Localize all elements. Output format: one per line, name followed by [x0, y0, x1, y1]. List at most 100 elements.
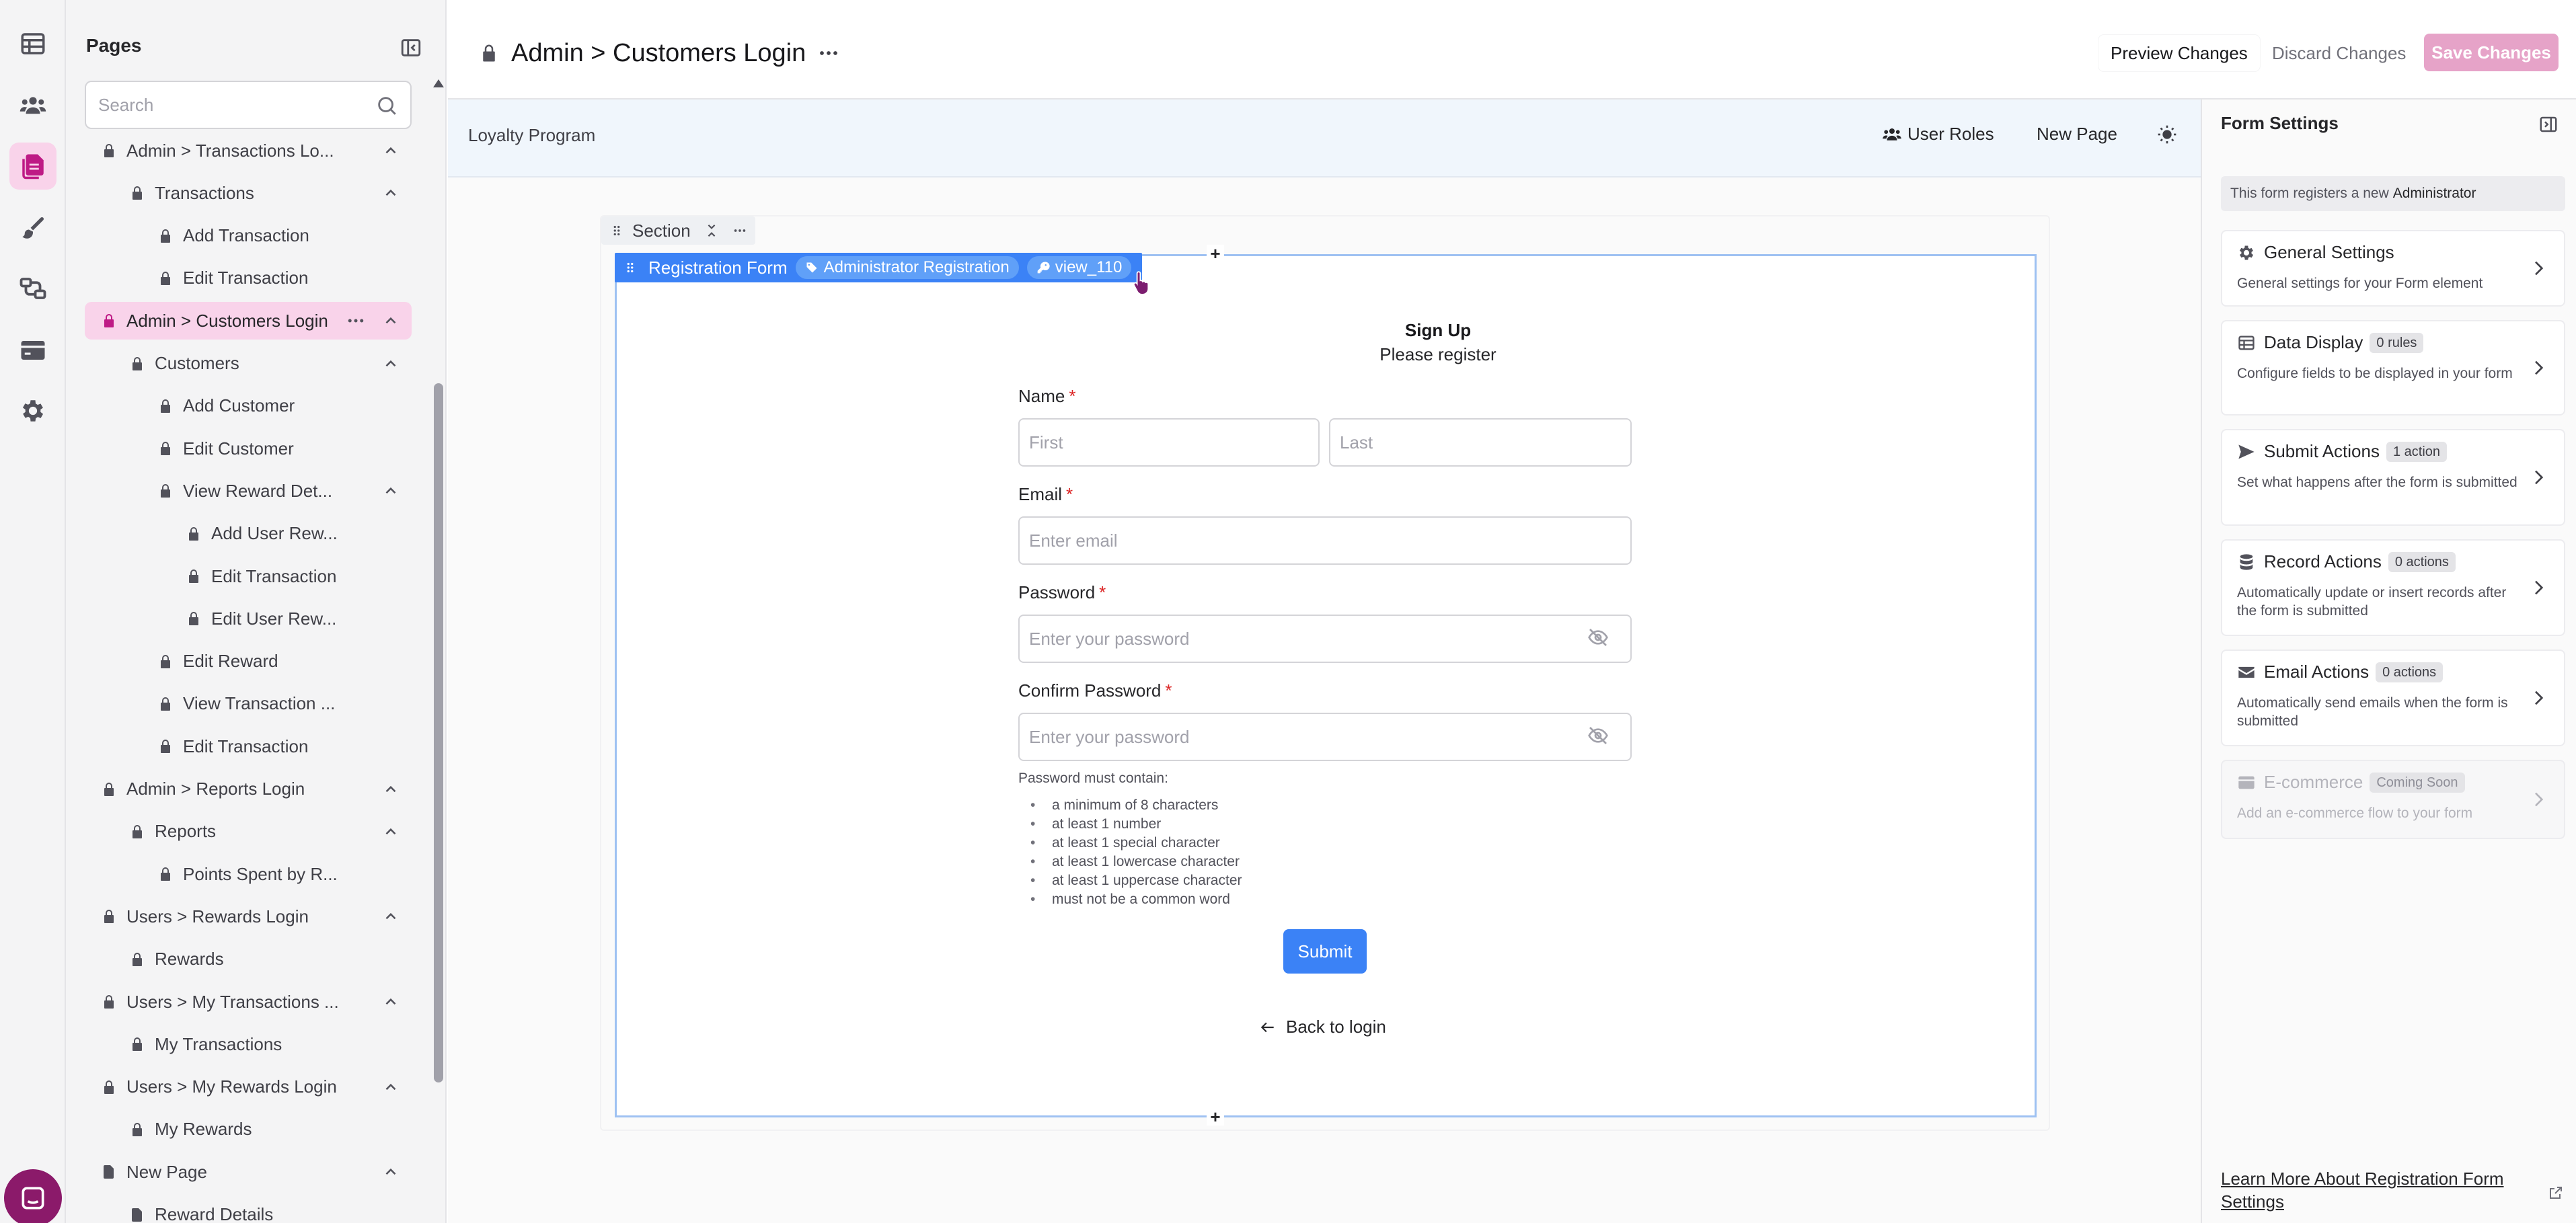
page-tree-item-label: Customers: [155, 353, 239, 373]
page-tree-item[interactable]: Users > Rewards Login: [85, 898, 412, 935]
card-title: General Settings: [2264, 242, 2394, 262]
eye-slash-icon[interactable]: [1587, 725, 1609, 746]
learn-more-link[interactable]: Learn More About Registration Form Setti…: [2221, 1167, 2537, 1213]
form-element-tab[interactable]: Registration Form Administrator Registra…: [615, 253, 1143, 282]
chevron-up-icon[interactable]: [382, 908, 400, 925]
submit-actions-card[interactable]: Submit Actions 1 action Set what happens…: [2221, 429, 2565, 526]
page-tree-item[interactable]: Add Customer: [85, 387, 412, 425]
form-view-pill[interactable]: view_110: [1026, 256, 1132, 279]
page-tree-item[interactable]: Edit User Rew...: [85, 600, 412, 637]
search-input[interactable]: [98, 82, 367, 128]
confirm-password-input[interactable]: [1018, 713, 1632, 761]
section-tab[interactable]: Section: [601, 216, 755, 245]
gear-icon: [19, 397, 47, 425]
password-input[interactable]: [1018, 615, 1632, 663]
chevron-up-icon[interactable]: [382, 823, 400, 840]
page-tree-item[interactable]: View Reward Det...: [85, 472, 412, 510]
user-roles-label: User Roles: [1907, 124, 1994, 144]
scroll-up-arrow[interactable]: [433, 79, 444, 87]
page-tree-item[interactable]: My Rewards: [85, 1111, 412, 1148]
eye-slash-icon[interactable]: [1587, 627, 1609, 648]
page-tree-item-label: My Rewards: [155, 1119, 252, 1140]
record-actions-card[interactable]: Record Actions 0 actions Automatically u…: [2221, 539, 2565, 636]
add-element-below-icon[interactable]: +: [1207, 1107, 1224, 1127]
lock-icon: [157, 866, 174, 882]
general-settings-card[interactable]: General Settings General settings for yo…: [2221, 230, 2565, 307]
preview-changes-button[interactable]: Preview Changes: [2098, 35, 2260, 71]
drag-handle-icon[interactable]: [609, 223, 624, 238]
page-tree-item-label: Edit Transaction: [183, 268, 309, 288]
page-tree-item[interactable]: Edit Customer: [85, 430, 412, 467]
more-options-icon[interactable]: [346, 311, 366, 331]
chevron-right-icon: [2528, 577, 2549, 598]
chevron-up-icon[interactable]: [382, 993, 400, 1011]
flows-nav-button[interactable]: [9, 265, 56, 312]
page-tree-item[interactable]: Points Spent by R...: [85, 855, 412, 893]
user-roles-link[interactable]: User Roles: [1882, 124, 1994, 145]
page-tree-item[interactable]: Rewards: [85, 941, 412, 978]
design-nav-button[interactable]: [9, 204, 56, 251]
lock-icon: [157, 270, 174, 286]
last-name-input[interactable]: [1329, 418, 1632, 467]
email-input[interactable]: [1018, 516, 1632, 565]
settings-nav-button[interactable]: [9, 387, 56, 434]
lock-icon: [129, 1121, 145, 1138]
page-tree-item[interactable]: Add Transaction: [85, 217, 412, 255]
chevron-up-icon[interactable]: [382, 184, 400, 202]
pages-scrollbar-thumb[interactable]: [434, 383, 443, 1082]
page-tree-item[interactable]: Edit Transaction: [85, 727, 412, 765]
more-options-icon[interactable]: [815, 43, 842, 63]
new-page-link[interactable]: New Page: [2037, 124, 2117, 145]
chevron-up-icon[interactable]: [382, 355, 400, 372]
page-tree-item[interactable]: Admin > Reports Login: [85, 771, 412, 808]
page-tree-item[interactable]: Admin > Transactions Lo...: [85, 132, 412, 169]
page-tree-item[interactable]: New Page: [85, 1153, 412, 1191]
app-name[interactable]: Loyalty Program: [468, 125, 595, 146]
save-changes-button[interactable]: Save Changes: [2424, 34, 2559, 71]
more-options-icon[interactable]: [732, 223, 747, 238]
chevron-up-icon[interactable]: [382, 142, 400, 159]
back-to-login-link[interactable]: Back to login: [1259, 1017, 1386, 1037]
chevron-up-icon[interactable]: [382, 1163, 400, 1181]
page-tree-item-label: Users > My Transactions ...: [126, 991, 339, 1012]
sun-icon[interactable]: [2156, 124, 2178, 145]
collapse-panel-icon[interactable]: [2538, 114, 2559, 134]
page-tree-item[interactable]: Transactions: [85, 174, 412, 212]
submit-button[interactable]: Submit: [1283, 929, 1367, 974]
add-element-above-icon[interactable]: +: [1207, 243, 1224, 264]
users-nav-button[interactable]: [9, 82, 56, 129]
page-tree-item[interactable]: Reports: [85, 813, 412, 851]
page-tree-item[interactable]: Customers: [85, 345, 412, 383]
password-rule: at least 1 uppercase character: [1030, 871, 1242, 890]
pages-nav-button[interactable]: [9, 143, 56, 190]
page-tree-item[interactable]: View Transaction ...: [85, 685, 412, 723]
page-tree-item[interactable]: Add User Rew...: [85, 515, 412, 553]
page-tree-item[interactable]: Reward Details: [85, 1196, 412, 1223]
collapse-arrows-icon[interactable]: [704, 223, 719, 238]
lock-icon: [186, 568, 202, 584]
chevron-up-icon[interactable]: [382, 482, 400, 500]
chevron-up-icon[interactable]: [382, 781, 400, 798]
discard-changes-button[interactable]: Discard Changes: [2264, 35, 2414, 71]
page-tree-item[interactable]: Users > My Transactions ...: [85, 983, 412, 1021]
page-tree-item[interactable]: Edit Transaction: [85, 557, 412, 595]
chevron-up-icon[interactable]: [382, 1078, 400, 1096]
payments-nav-button[interactable]: [9, 327, 56, 374]
page-tree-item[interactable]: Edit Reward: [85, 643, 412, 680]
tables-nav-button[interactable]: [9, 20, 56, 67]
chat-launcher-button[interactable]: [4, 1169, 62, 1223]
page-tree-item[interactable]: My Transactions: [85, 1025, 412, 1063]
chevron-up-icon[interactable]: [382, 312, 400, 329]
collapse-panel-icon[interactable]: [400, 36, 422, 59]
password-rule: at least 1 lowercase character: [1030, 853, 1242, 871]
drag-handle-icon[interactable]: [623, 260, 638, 275]
page-tree-item[interactable]: Edit Transaction: [85, 260, 412, 297]
data-display-card[interactable]: Data Display 0 rules Configure fields to…: [2221, 320, 2565, 416]
page-tree-item[interactable]: Users > My Rewards Login: [85, 1068, 412, 1106]
form-role-pill[interactable]: Administrator Registration: [795, 256, 1019, 279]
registration-form-element[interactable]: [615, 254, 2037, 1117]
first-name-input[interactable]: [1018, 418, 1320, 467]
external-link-icon[interactable]: [2548, 1185, 2564, 1201]
page-tree-item[interactable]: Admin > Customers Login: [85, 302, 412, 340]
email-actions-card[interactable]: Email Actions 0 actions Automatically se…: [2221, 649, 2565, 746]
